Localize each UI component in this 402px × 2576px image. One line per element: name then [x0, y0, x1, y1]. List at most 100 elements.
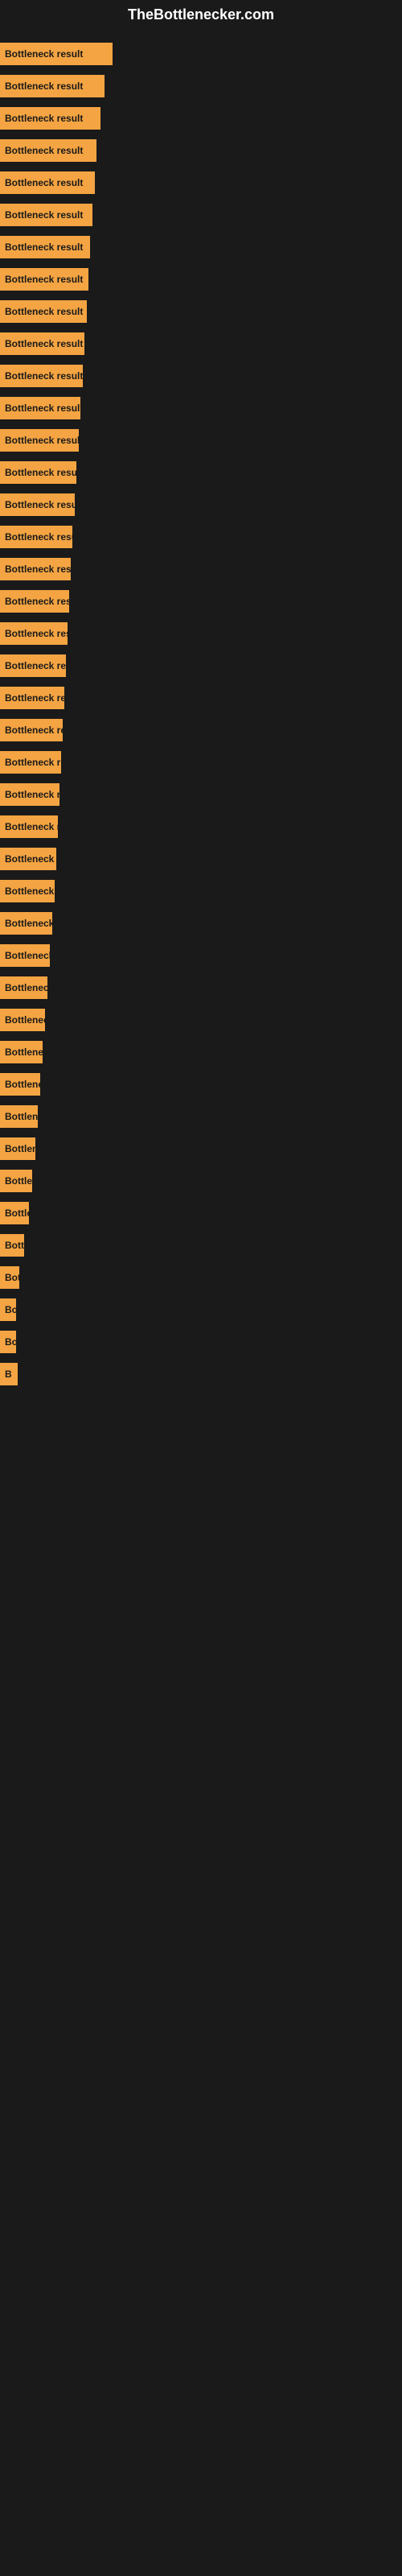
bar-row: Bottleneck result	[0, 682, 402, 714]
bar-row: Bottleneck result	[0, 1133, 402, 1165]
bar-row: Bottleneck result	[0, 134, 402, 167]
bottleneck-bar: Bottleneck result	[0, 622, 68, 645]
bottleneck-bar: Bottleneck result	[0, 1202, 29, 1224]
bar-label: Bottleneck result	[5, 113, 83, 124]
bar-row: Bottleneck result	[0, 102, 402, 134]
bar-label: Bottleneck result	[5, 435, 79, 446]
bar-row: Bottleneck result	[0, 875, 402, 907]
bar-label: Bottleneck result	[5, 467, 76, 478]
bottleneck-bar: Bottleneck result	[0, 654, 66, 677]
bar-row: B	[0, 1358, 402, 1390]
bar-row: Bottleneck result	[0, 650, 402, 682]
bar-row: Bottleneck result	[0, 585, 402, 617]
bottleneck-bar: Bottleneck result	[0, 365, 83, 387]
bar-label: Bottleneck result	[5, 499, 75, 510]
bar-row: Bottleneck result	[0, 424, 402, 456]
site-title: TheBottlenecker.com	[0, 0, 402, 30]
bottleneck-bar: Bottleneck result	[0, 1170, 32, 1192]
bar-row: Bottleneck result	[0, 617, 402, 650]
bottleneck-bar: Bottleneck result	[0, 1105, 38, 1128]
bar-label: Bottleneck result	[5, 338, 83, 349]
bar-label: Bottleneck result	[5, 370, 83, 382]
bar-row: Bottleneck result	[0, 714, 402, 746]
bar-row: Bottleneck result	[0, 263, 402, 295]
bottleneck-bar: Bottleneck result	[0, 1009, 45, 1031]
bar-label: Bottleneck result	[5, 1111, 38, 1122]
bar-label: Bottleneck result	[5, 1240, 24, 1251]
bar-label: Bottleneck result	[5, 306, 83, 317]
bar-row: Bottleneck result	[0, 70, 402, 102]
bar-row: Bottleneck result	[0, 167, 402, 199]
bottleneck-bar: Bottleneck result	[0, 1266, 19, 1289]
bar-row: Bottleneck result	[0, 231, 402, 263]
bar-row: Bottleneck result	[0, 1229, 402, 1261]
bar-row: Bottleneck result	[0, 811, 402, 843]
bar-row: Bottleneck result	[0, 1261, 402, 1294]
bar-label: Bottleneck result	[5, 1304, 16, 1315]
bar-label: Bottleneck result	[5, 209, 83, 221]
bar-row: Bottleneck result	[0, 778, 402, 811]
bottleneck-bar: Bottleneck result	[0, 719, 63, 741]
bottleneck-bar: Bottleneck result	[0, 1073, 40, 1096]
bar-label: Bottleneck result	[5, 950, 50, 961]
bottleneck-bar: Bottleneck result	[0, 526, 72, 548]
bar-row: Bottleneck result	[0, 1068, 402, 1100]
bottleneck-bar: Bottleneck result	[0, 944, 50, 967]
bar-label: B	[5, 1368, 12, 1380]
bar-row: Bottleneck result	[0, 939, 402, 972]
bar-row: Bottleneck result	[0, 1100, 402, 1133]
bar-label: Bottleneck result	[5, 982, 47, 993]
bar-label: Bottleneck result	[5, 242, 83, 253]
bottleneck-bar: Bottleneck result	[0, 1298, 16, 1321]
bottleneck-bar: Bottleneck result	[0, 429, 79, 452]
bottleneck-bar: Bottleneck result	[0, 236, 90, 258]
bar-row: Bottleneck result	[0, 1294, 402, 1326]
bottleneck-bar: Bottleneck result	[0, 171, 95, 194]
bar-label: Bottleneck result	[5, 1336, 16, 1348]
bar-label: Bottleneck result	[5, 724, 63, 736]
bar-label: Bottleneck result	[5, 1208, 29, 1219]
bottleneck-bar: Bottleneck result	[0, 43, 113, 65]
bar-row: Bottleneck result	[0, 38, 402, 70]
bar-row: Bottleneck result	[0, 972, 402, 1004]
bar-label: Bottleneck result	[5, 692, 64, 704]
bottleneck-bar: Bottleneck result	[0, 751, 61, 774]
bottleneck-bar: Bottleneck result	[0, 1331, 16, 1353]
bar-label: Bottleneck result	[5, 757, 61, 768]
bar-row: Bottleneck result	[0, 456, 402, 489]
bar-row: Bottleneck result	[0, 1004, 402, 1036]
bar-label: Bottleneck result	[5, 821, 58, 832]
bar-row: Bottleneck result	[0, 489, 402, 521]
bottleneck-bar: Bottleneck result	[0, 815, 58, 838]
bottleneck-bar: Bottleneck result	[0, 1041, 43, 1063]
bottleneck-bar: Bottleneck result	[0, 268, 88, 291]
bar-label: Bottleneck result	[5, 1046, 43, 1058]
bar-label: Bottleneck result	[5, 918, 52, 929]
bar-row: Bottleneck result	[0, 360, 402, 392]
bar-label: Bottleneck result	[5, 48, 83, 60]
bottleneck-bar: Bottleneck result	[0, 976, 47, 999]
bar-row: Bottleneck result	[0, 521, 402, 553]
bar-label: Bottleneck result	[5, 402, 80, 414]
bottleneck-bar: Bottleneck result	[0, 848, 56, 870]
bar-row: Bottleneck result	[0, 1326, 402, 1358]
bar-row: Bottleneck result	[0, 843, 402, 875]
bar-row: Bottleneck result	[0, 746, 402, 778]
bar-label: Bottleneck result	[5, 564, 71, 575]
bottleneck-bar: Bottleneck result	[0, 558, 71, 580]
bar-label: Bottleneck result	[5, 853, 56, 865]
bar-label: Bottleneck result	[5, 531, 72, 543]
bar-label: Bottleneck result	[5, 1079, 40, 1090]
bar-label: Bottleneck result	[5, 145, 83, 156]
bottleneck-bar: Bottleneck result	[0, 493, 75, 516]
bottleneck-bar: Bottleneck result	[0, 75, 105, 97]
bottleneck-bar: Bottleneck result	[0, 1137, 35, 1160]
bars-container: Bottleneck result Bottleneck result Bottle…	[0, 30, 402, 1398]
bottleneck-bar: Bottleneck result	[0, 783, 59, 806]
bar-label: Bottleneck result	[5, 177, 83, 188]
bar-row: Bottleneck result	[0, 392, 402, 424]
bottleneck-bar: Bottleneck result	[0, 880, 55, 902]
bottleneck-bar: Bottleneck result	[0, 912, 52, 935]
bottleneck-bar: Bottleneck result	[0, 1234, 24, 1257]
bar-row: Bottleneck result	[0, 1197, 402, 1229]
